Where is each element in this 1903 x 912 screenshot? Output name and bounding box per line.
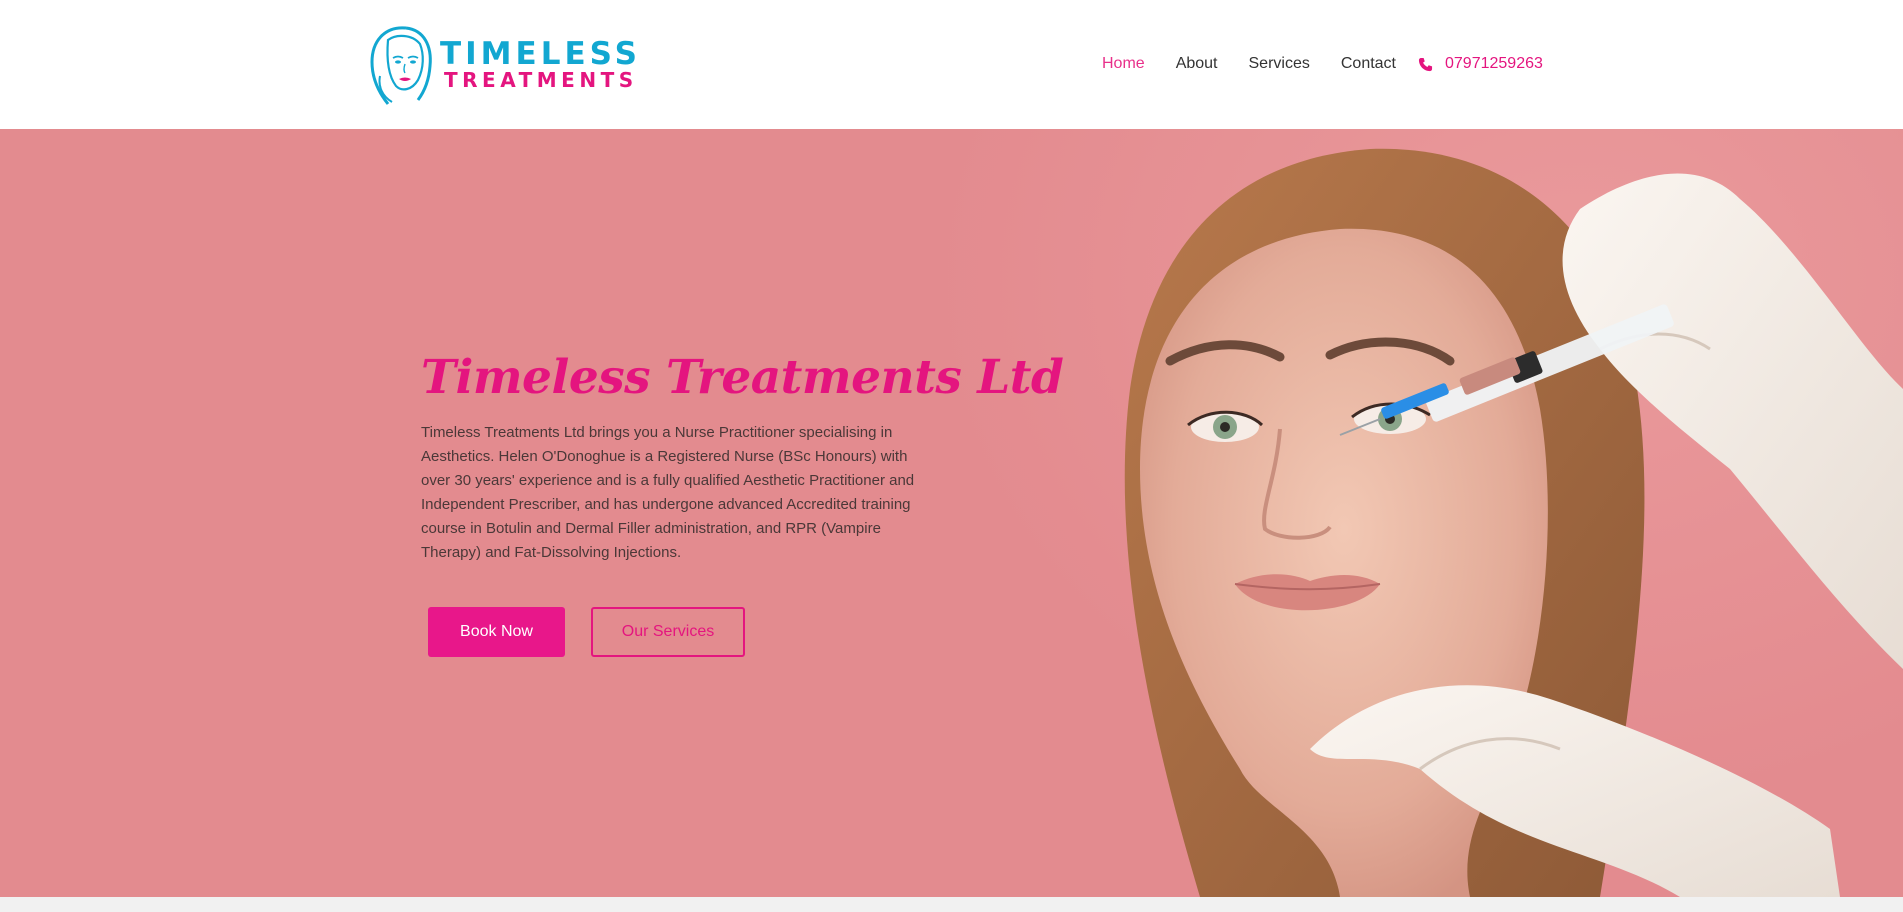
- hero-description: Timeless Treatments Ltd brings you a Nur…: [421, 424, 915, 561]
- woman-face-icon: [370, 26, 432, 105]
- site-logo[interactable]: TIMELESS TREATMENTS: [366, 24, 646, 106]
- phone-icon: [1418, 57, 1433, 71]
- logo-subtitle: TREATMENTS: [444, 68, 638, 92]
- woman-receiving-injection-photo: [1124, 148, 1903, 897]
- phone-number: 07971259263: [1445, 55, 1543, 72]
- book-now-button[interactable]: Book Now: [428, 607, 565, 657]
- nav-item-contact[interactable]: Contact: [1341, 54, 1396, 74]
- nav-item-about[interactable]: About: [1176, 54, 1218, 74]
- hero-section: Timeless Treatments Ltd Timeless Treatme…: [0, 129, 1903, 897]
- nav-item-home[interactable]: Home: [1102, 54, 1145, 74]
- section-divider: [0, 897, 1903, 912]
- phone-link[interactable]: 07971259263: [1418, 54, 1543, 74]
- nav-item-services[interactable]: Services: [1249, 54, 1310, 74]
- main-nav: Home About Services Contact: [1102, 54, 1427, 74]
- site-header: TIMELESS TREATMENTS Home About Services …: [0, 0, 1903, 129]
- hero-title: Timeless Treatments Ltd: [421, 350, 1064, 405]
- logo-title: TIMELESS: [440, 36, 641, 72]
- our-services-button[interactable]: Our Services: [591, 607, 745, 657]
